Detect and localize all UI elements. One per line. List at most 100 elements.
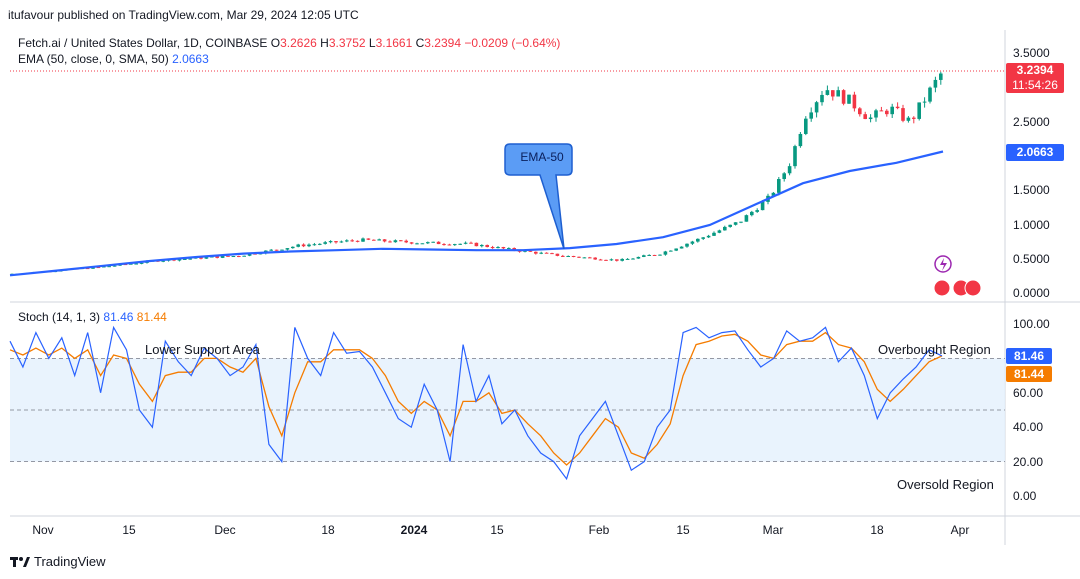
- candle-body: [874, 110, 878, 118]
- candle-body: [345, 240, 349, 242]
- candle: [820, 91, 824, 106]
- candle: [415, 242, 419, 245]
- candle-body: [793, 146, 797, 167]
- candle: [577, 256, 581, 259]
- candle: [453, 243, 457, 246]
- candle: [885, 109, 889, 117]
- candle: [490, 245, 495, 249]
- candle-body: [820, 94, 824, 103]
- candle-body: [825, 90, 830, 95]
- ohlc-low: 3.1661: [375, 36, 413, 50]
- candle-body: [631, 258, 635, 260]
- us-flag-icon[interactable]: [933, 279, 951, 297]
- candle: [399, 239, 403, 242]
- candle-body: [242, 255, 246, 257]
- candle-body: [566, 255, 570, 257]
- candle: [917, 102, 921, 121]
- symbol-name[interactable]: Fetch.ai / United States Dollar, 1D, COI…: [18, 36, 267, 50]
- stoch-legend-label: Stoch (14, 1, 3): [18, 310, 101, 324]
- candle: [841, 89, 846, 106]
- candle-body: [507, 248, 511, 250]
- event-icons[interactable]: [933, 255, 982, 297]
- candle: [355, 240, 360, 243]
- candle: [463, 241, 468, 245]
- candle-body: [469, 242, 473, 244]
- candle-body: [544, 252, 549, 254]
- time-tick-label: 15: [490, 523, 504, 537]
- candle: [804, 116, 808, 136]
- candle-body: [366, 238, 371, 240]
- candle-body: [361, 238, 365, 242]
- candle: [539, 251, 543, 255]
- candle-body: [863, 114, 867, 120]
- candle-body: [696, 238, 700, 242]
- price-tick-label: 2.5000: [1013, 115, 1050, 129]
- candle-body: [426, 242, 430, 244]
- candle-body: [555, 253, 560, 256]
- candle-body: [291, 246, 295, 249]
- candle-body: [420, 243, 425, 245]
- candle: [642, 254, 646, 258]
- candle: [393, 239, 398, 243]
- candle-body: [868, 117, 873, 120]
- candle: [334, 240, 338, 244]
- stoch-bands: [10, 357, 1005, 463]
- candle: [388, 240, 392, 243]
- candle: [534, 251, 538, 255]
- time-tick-label: Nov: [32, 523, 54, 537]
- candle: [550, 252, 554, 255]
- price-tick-label: 1.5000: [1013, 183, 1050, 197]
- candle: [296, 243, 300, 248]
- candle-body: [847, 94, 851, 104]
- candle: [431, 241, 435, 243]
- candle: [906, 116, 911, 123]
- candle-body: [814, 102, 819, 113]
- stoch-d-badge: 81.44: [1006, 366, 1052, 382]
- ohlc-l-label: L: [368, 36, 376, 50]
- stoch-tick-label: 0.00: [1013, 489, 1037, 503]
- candle: [377, 238, 381, 241]
- candle: [652, 254, 657, 256]
- candle-body: [615, 259, 619, 261]
- candle: [372, 239, 376, 241]
- candle-body: [906, 117, 911, 121]
- candle: [442, 243, 446, 246]
- candle: [939, 71, 943, 85]
- candle: [604, 259, 608, 261]
- candle-body: [372, 239, 376, 241]
- ohlc-open: 3.2626: [280, 36, 317, 50]
- candle: [912, 116, 916, 124]
- candle-body: [723, 226, 727, 231]
- candle-body: [890, 106, 894, 115]
- candle: [890, 103, 894, 119]
- footer-brand[interactable]: TradingView: [10, 554, 106, 569]
- candle: [561, 254, 565, 257]
- candle-body: [588, 257, 592, 259]
- candle-body: [750, 211, 754, 216]
- ema-legend[interactable]: EMA (50, close, 0, SMA, 50) 2.0663: [18, 52, 209, 66]
- candle: [328, 240, 333, 244]
- candle: [280, 249, 284, 251]
- stoch-legend[interactable]: Stoch (14, 1, 3) 81.46 81.44: [18, 310, 167, 324]
- ema-legend-label: EMA (50, close, 0, SMA, 50): [18, 52, 169, 66]
- candle: [895, 102, 900, 110]
- candle-body: [442, 244, 446, 246]
- candle-body: [760, 201, 765, 211]
- ohlc-h-label: H: [320, 36, 329, 50]
- candle-body: [933, 79, 938, 88]
- candle: [598, 258, 603, 261]
- candle: [582, 257, 587, 259]
- ohlc-close: 3.2394: [424, 36, 461, 50]
- time-tick-label: Dec: [214, 523, 236, 537]
- time-tick-label: 18: [870, 523, 884, 537]
- candle: [814, 100, 819, 118]
- ema-badge: 2.0663: [1006, 144, 1064, 161]
- candle-body: [841, 90, 846, 104]
- candle-body: [809, 112, 813, 119]
- candle-body: [755, 210, 759, 212]
- candle-body: [307, 244, 311, 247]
- candle-body: [593, 257, 597, 260]
- candle-body: [777, 179, 781, 193]
- price-tick-label: 0.0000: [1013, 286, 1050, 300]
- us-flag-icon[interactable]: [964, 279, 982, 297]
